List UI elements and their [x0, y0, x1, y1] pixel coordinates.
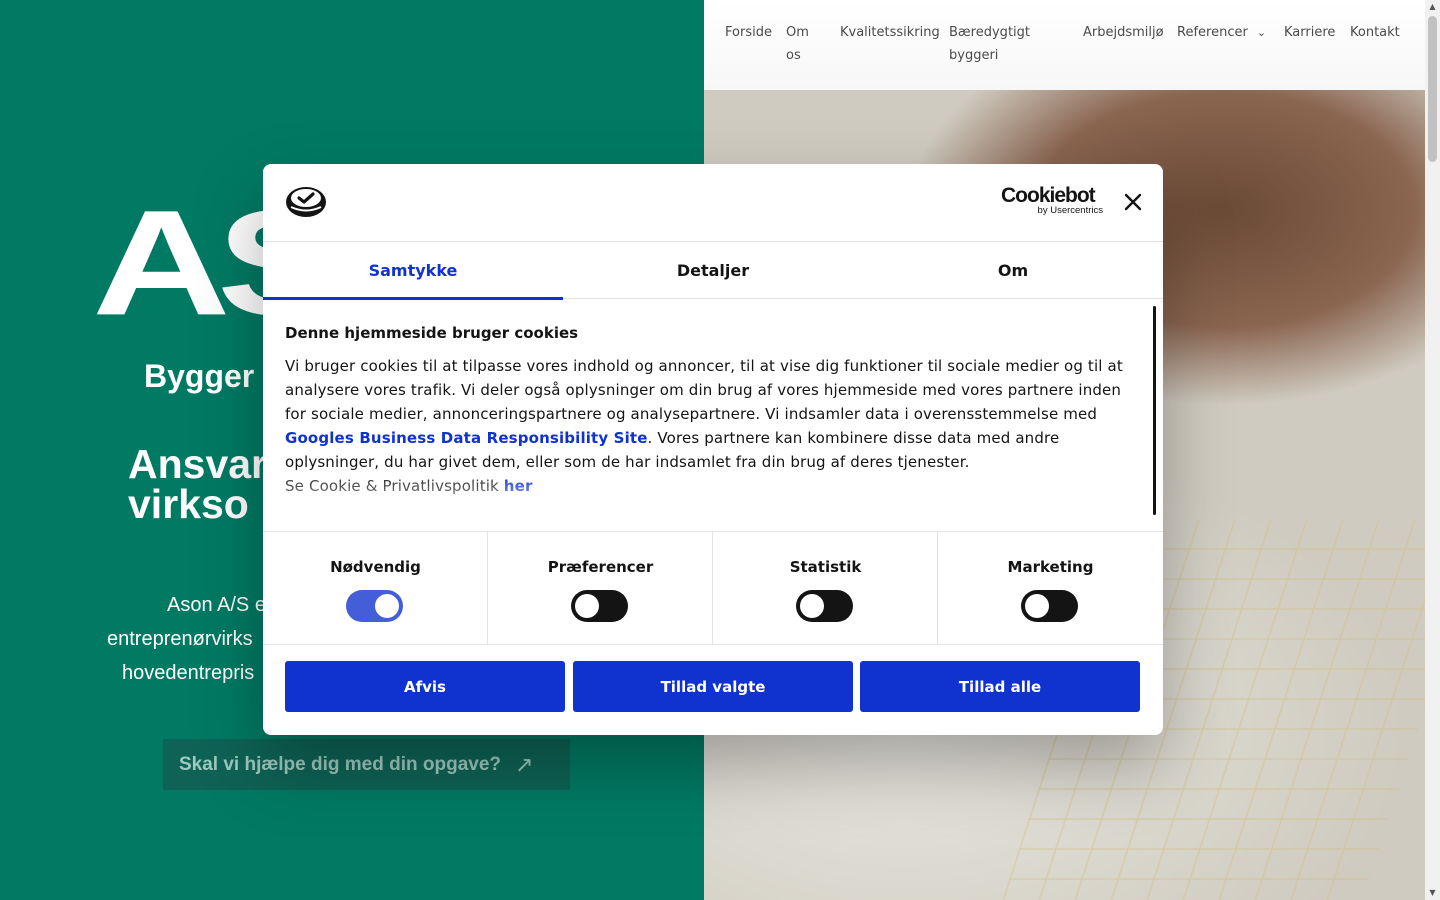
dialog-tabs: Samtykke Detaljer Om — [263, 242, 1163, 300]
dialog-body[interactable]: Denne hjemmeside bruger cookies Vi bruge… — [263, 300, 1163, 531]
cookie-consent-dialog: Cookiebot by Usercentrics Samtykke Detal… — [263, 164, 1163, 735]
nav-item-karriere[interactable]: Karriere — [1284, 21, 1335, 44]
page-scrollbar[interactable]: ▲ ▼ — [1425, 0, 1440, 900]
reject-button[interactable]: Afvis — [285, 661, 565, 712]
hero-tagline: Bygger — [144, 358, 255, 394]
cookiebot-brand: Cookiebot by Usercentrics — [1001, 184, 1103, 218]
arrow-up-right-icon: ↗ — [515, 751, 534, 777]
cta-help-button[interactable]: Skal vi hjælpe dig med din opgave? ↗ — [163, 739, 570, 790]
toggle-label: Præferencer — [547, 558, 654, 576]
google-data-responsibility-link[interactable]: Googles Business Data Responsibility Sit… — [285, 429, 648, 447]
nav-item-arbejdsmiljo[interactable]: Arbejdsmiljø — [1083, 21, 1164, 44]
consent-toggles: Nødvendig Præferencer Statistik Marketin… — [263, 531, 1163, 645]
top-navigation: Forside Om os Kvalitetssikring Bæredygti… — [704, 0, 1425, 90]
toggle-preferences: Præferencer — [488, 532, 713, 645]
tab-om[interactable]: Om — [863, 242, 1163, 299]
cta-label: Skal vi hjælpe dig med din opgave? — [179, 753, 502, 775]
toggle-label: Statistik — [789, 558, 862, 576]
nav-item-referencer[interactable]: Referencer ⌄ — [1177, 21, 1266, 44]
tab-detaljer[interactable]: Detaljer — [563, 242, 863, 299]
toggle-necessary: Nødvendig — [263, 532, 488, 645]
toggle-marketing: Marketing — [938, 532, 1163, 645]
scroll-up-arrow-icon[interactable]: ▲ — [1425, 0, 1440, 14]
dialog-text-part: Vi bruger cookies til at tilpasse vores … — [285, 357, 1123, 423]
switch-knob — [375, 594, 399, 618]
switch-knob — [800, 594, 824, 618]
cookie-logo-icon — [286, 187, 326, 217]
scrollbar-thumb[interactable] — [1428, 16, 1437, 162]
allow-selected-button[interactable]: Tillad valgte — [573, 661, 853, 712]
switch-knob — [575, 594, 599, 618]
preferences-switch[interactable] — [571, 590, 628, 622]
cookiebot-sub: by Usercentrics — [1037, 205, 1103, 216]
dialog-header: Cookiebot by Usercentrics — [263, 164, 1163, 242]
scroll-down-arrow-icon[interactable]: ▼ — [1425, 886, 1440, 900]
allow-all-button[interactable]: Tillad alle — [860, 661, 1140, 712]
nav-item-kontakt[interactable]: Kontakt — [1350, 21, 1400, 44]
necessary-switch[interactable] — [346, 590, 403, 622]
close-icon[interactable] — [1121, 190, 1145, 214]
chevron-down-icon: ⌄ — [1256, 26, 1267, 39]
toggle-label: Nødvendig — [330, 558, 421, 576]
marketing-switch[interactable] — [1021, 590, 1078, 622]
policy-text: Se Cookie & Privatlivspolitik — [285, 477, 504, 495]
nav-item-kvalitetssikring[interactable]: Kvalitetssikring — [840, 21, 940, 44]
statistics-switch[interactable] — [796, 590, 853, 622]
dialog-title: Denne hjemmeside bruger cookies — [285, 324, 579, 342]
nav-item-baeredygtigt-byggeri[interactable]: Bæredygtigt byggeri — [949, 21, 1030, 67]
toggle-statistics: Statistik — [713, 532, 938, 645]
toggle-label: Marketing — [1007, 558, 1094, 576]
dialog-scrollbar-thumb[interactable] — [1153, 306, 1156, 515]
tab-samtykke[interactable]: Samtykke — [263, 242, 563, 300]
switch-knob — [1025, 594, 1049, 618]
nav-item-om-os[interactable]: Om os — [786, 21, 809, 67]
nav-item-forside[interactable]: Forside — [725, 21, 772, 44]
policy-link[interactable]: her — [504, 477, 533, 495]
nav-item-referencer-label: Referencer — [1177, 25, 1248, 40]
dialog-text: Vi bruger cookies til at tilpasse vores … — [285, 354, 1135, 498]
